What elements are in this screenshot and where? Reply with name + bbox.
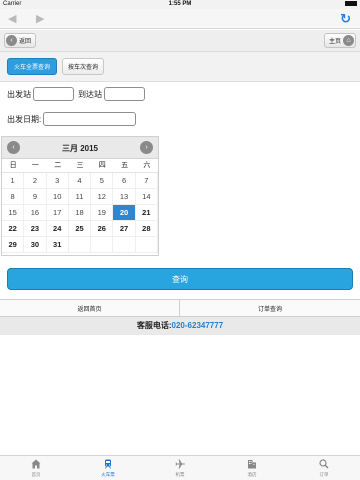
date-picker: ‹ 三月 2015 › 日一二三四五六 1 2 3 4 5 6 7 8 9 10 11 12 13 14 15… [1, 136, 159, 256]
arrow-right-icon[interactable]: ▶ [36, 12, 44, 25]
next-month-icon[interactable]: › [140, 141, 153, 154]
back-arrow-icon: ‹ [6, 35, 17, 46]
calendar-day[interactable]: 25 [68, 221, 92, 237]
clock: 1:55 PM [168, 1, 192, 7]
calendar-day[interactable]: 26 [91, 221, 114, 237]
calendar-day[interactable]: 29 [2, 237, 25, 253]
query-tabs: 火车全票查询 按车次查询 [0, 52, 360, 82]
calendar-day[interactable]: 14 [135, 189, 158, 205]
station-row: 出发站 到达站 [7, 87, 145, 101]
tab-bar-label: 机票 [175, 472, 185, 477]
train-icon [102, 458, 114, 471]
weekday-header: 四 [91, 159, 114, 173]
home-icon: ⌂ [343, 35, 354, 46]
depart-date-input[interactable] [43, 112, 137, 126]
calendar-day[interactable]: 9 [24, 189, 47, 205]
calendar-day[interactable]: 10 [46, 189, 69, 205]
tab-train-number-query[interactable]: 按车次查询 [62, 58, 104, 75]
weekday-header: 三 [68, 159, 92, 173]
calendar-day[interactable]: 31 [46, 237, 69, 253]
calendar-day[interactable]: 2 [24, 173, 47, 189]
weekday-header: 五 [113, 159, 136, 173]
tab-bar-label: 酒店 [247, 472, 257, 477]
calendar-day[interactable]: 15 [2, 205, 25, 221]
calendar-day[interactable]: 1 [2, 173, 25, 189]
back-home-link[interactable]: 返回首页 [0, 300, 180, 317]
date-picker-grid: 日一二三四五六 1 2 3 4 5 6 7 8 9 10 11 12 13 14 15 16 17 18 19 20 21… [2, 159, 158, 253]
tab-ticket-query[interactable]: 火车全票查询 [7, 58, 57, 75]
depart-label: 出发站 [7, 89, 31, 99]
tab-bar-item[interactable]: 机票 [144, 456, 216, 480]
service-phone-bar: 客服电话:020-62347777 [0, 317, 360, 335]
calendar-empty-cell [68, 237, 92, 253]
calendar-day[interactable]: 4 [68, 173, 92, 189]
calendar-empty-cell [91, 237, 114, 253]
calendar-day[interactable]: 3 [46, 173, 69, 189]
arrive-station-input[interactable] [104, 87, 145, 101]
calendar-day[interactable]: 7 [135, 173, 158, 189]
search-icon [318, 458, 330, 471]
calendar-day[interactable]: 21 [135, 205, 158, 221]
calendar-day[interactable]: 24 [46, 221, 69, 237]
calendar-day[interactable]: 28 [135, 221, 158, 237]
calendar-day[interactable]: 5 [91, 173, 114, 189]
calendar-day[interactable]: 13 [113, 189, 136, 205]
calendar-day[interactable]: 30 [24, 237, 47, 253]
calendar-day[interactable]: 17 [46, 205, 69, 221]
tab-bar-item[interactable]: 火车票 [72, 456, 144, 480]
browser-toolbar: ◀ ▶ ↻ [0, 9, 360, 29]
depart-station-input[interactable] [33, 87, 74, 101]
calendar-day[interactable]: 23 [24, 221, 47, 237]
order-query-link[interactable]: 订单查询 [180, 300, 360, 317]
arrow-left-icon[interactable]: ◀ [8, 12, 16, 25]
tab-bar-item[interactable]: 首页 [0, 456, 72, 480]
calendar-day[interactable]: 27 [113, 221, 136, 237]
plane-icon [174, 458, 186, 471]
calendar-day[interactable]: 8 [2, 189, 25, 205]
tab-bar-label: 首页 [31, 472, 41, 477]
home-icon [30, 458, 42, 471]
tab-bar-item[interactable]: 酒店 [216, 456, 288, 480]
arrive-label: 到达站 [78, 89, 102, 99]
calendar-day[interactable]: 12 [91, 189, 114, 205]
tab-bar-label: 订单 [319, 472, 329, 477]
service-phone-link[interactable]: 020-62347777 [172, 321, 224, 330]
battery-icon [345, 1, 357, 6]
battery-indicator [345, 1, 357, 6]
bottom-tab-bar: 首页 火车票 机票 酒店 订单 [0, 455, 360, 480]
home-button[interactable]: 主页 ⌂ [323, 33, 356, 48]
calendar-day[interactable]: 18 [68, 205, 92, 221]
calendar-empty-cell [113, 237, 136, 253]
status-bar: Carrier 1:55 PM [0, 0, 360, 9]
home-button-label: 主页 [328, 39, 341, 45]
calendar-day[interactable]: 11 [68, 189, 92, 205]
calendar-empty-cell [135, 237, 158, 253]
back-button[interactable]: ‹ 返回 [4, 33, 37, 48]
back-button-label: 返回 [19, 39, 32, 45]
hotel-icon [246, 458, 258, 471]
query-button[interactable]: 查询 [7, 268, 353, 290]
weekday-header: 二 [46, 159, 69, 173]
bottom-links: 返回首页 订单查询 [0, 299, 360, 317]
calendar-day[interactable]: 16 [24, 205, 47, 221]
date-label: 出发日期: [7, 114, 42, 124]
date-picker-header: ‹ 三月 2015 › [2, 137, 158, 159]
calendar-day[interactable]: 6 [113, 173, 136, 189]
tab-bar-item[interactable]: 订单 [288, 456, 360, 480]
weekday-header: 一 [24, 159, 47, 173]
service-label: 客服电话: [136, 321, 172, 330]
calendar-day[interactable]: 22 [2, 221, 25, 237]
weekday-header: 六 [135, 159, 158, 173]
date-picker-title: 三月 2015 [61, 144, 99, 153]
date-row: 出发日期: [7, 112, 137, 126]
reload-icon[interactable]: ↻ [340, 11, 351, 27]
calendar-day[interactable]: 19 [91, 205, 114, 221]
weekday-header: 日 [2, 159, 25, 173]
calendar-day-selected[interactable]: 20 [113, 205, 136, 221]
page-header: ‹ 返回 主页 ⌂ [0, 30, 360, 52]
tab-bar-label: 火车票 [101, 472, 115, 477]
